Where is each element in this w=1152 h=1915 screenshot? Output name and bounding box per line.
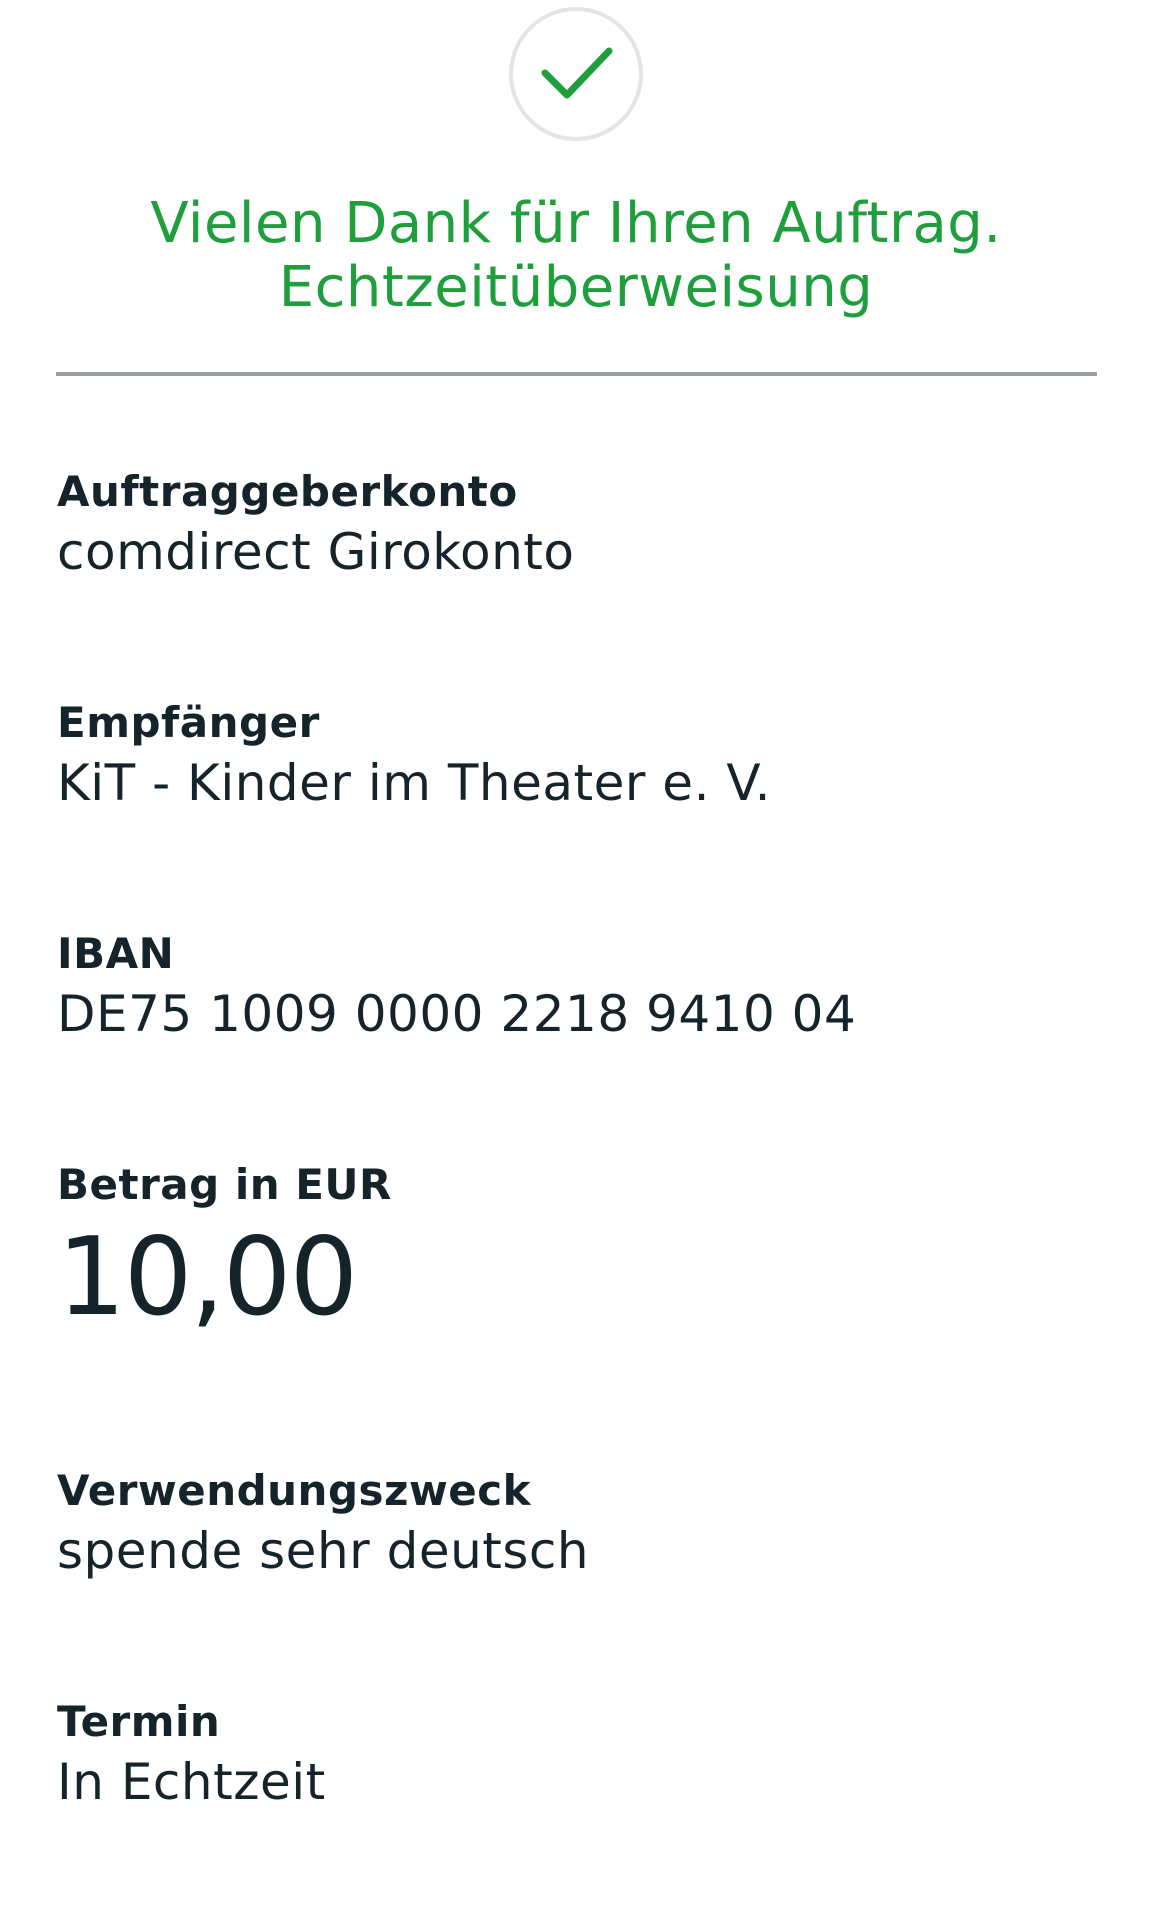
iban-value: DE75 1009 0000 2218 9410 04 — [57, 985, 857, 1043]
date-value: In Echtzeit — [57, 1753, 326, 1811]
detail-purpose: Verwendungszweck spende sehr deutsch — [57, 1465, 589, 1585]
checkmark-icon — [541, 47, 613, 99]
detail-date: Termin In Echtzeit — [57, 1696, 326, 1816]
detail-account: Auftraggeberkonto comdirect Girokonto — [57, 466, 574, 586]
detail-amount: Betrag in EUR 10,00 — [57, 1159, 392, 1339]
detail-recipient: Empfänger KiT - Kinder im Theater e. V. — [57, 697, 771, 817]
recipient-value: KiT - Kinder im Theater e. V. — [57, 754, 772, 812]
iban-label: IBAN — [57, 929, 175, 978]
account-value: comdirect Girokonto — [57, 523, 575, 581]
divider — [56, 372, 1097, 376]
detail-iban: IBAN DE75 1009 0000 2218 9410 04 — [57, 928, 856, 1048]
confirmation-heading: Vielen Dank für Ihren Auftrag. Echtzeitü… — [0, 192, 1152, 320]
date-label: Termin — [57, 1697, 221, 1746]
amount-value: 10,00 — [57, 1215, 358, 1340]
amount-label: Betrag in EUR — [57, 1160, 392, 1209]
account-label: Auftraggeberkonto — [57, 467, 518, 516]
purpose-label: Verwendungszweck — [57, 1466, 532, 1515]
transfer-type: Echtzeitüberweisung — [278, 255, 874, 320]
recipient-label: Empfänger — [57, 698, 320, 747]
confirmation-title: Vielen Dank für Ihren Auftrag. — [150, 191, 1002, 256]
purpose-value: spende sehr deutsch — [57, 1522, 590, 1580]
success-check-badge — [509, 7, 643, 141]
